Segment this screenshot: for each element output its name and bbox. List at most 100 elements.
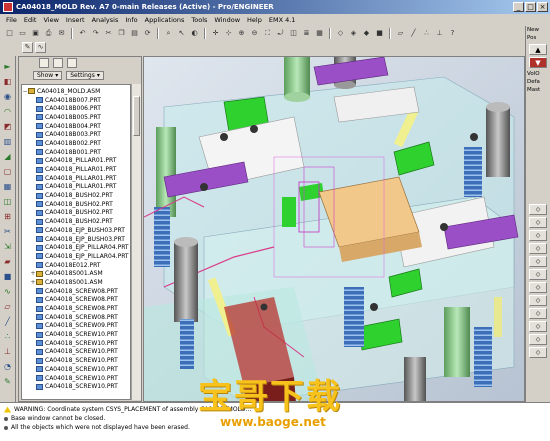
- menu-insert[interactable]: Insert: [66, 16, 85, 24]
- tree-item[interactable]: CA04018_SCREW08.PRT: [22, 313, 130, 322]
- datum-points-icon[interactable]: ∴: [421, 28, 432, 39]
- right-label-volo[interactable]: VolO: [526, 70, 550, 78]
- tree-item[interactable]: CA04018_EJP_PILLAR04.PRT: [22, 252, 130, 261]
- plane-icon[interactable]: ▱: [2, 300, 14, 312]
- mold-icon[interactable]: ◇: [529, 347, 547, 358]
- curve-icon[interactable]: ◇: [529, 308, 547, 319]
- tree-item[interactable]: CA04018_SCREW10.PRT: [22, 339, 130, 348]
- point-icon[interactable]: ◇: [529, 256, 547, 267]
- menu-analysis[interactable]: Analysis: [92, 16, 119, 24]
- new-icon[interactable]: □: [4, 28, 15, 39]
- menu-applications[interactable]: Applications: [145, 16, 185, 24]
- copy-icon[interactable]: ❐: [116, 28, 127, 39]
- pattern-icon[interactable]: ▦: [2, 180, 14, 192]
- datum-curve-icon[interactable]: ∿: [35, 41, 46, 53]
- wireframe-icon[interactable]: ◇: [335, 28, 346, 39]
- menu-info[interactable]: Info: [125, 16, 137, 24]
- axis-icon[interactable]: ╱: [2, 315, 14, 327]
- point-icon[interactable]: ∴: [2, 330, 14, 342]
- shading-icon[interactable]: ■: [374, 28, 385, 39]
- open-icon[interactable]: ▭: [17, 28, 28, 39]
- tree-item[interactable]: CA04018_BUSH02.PRT: [22, 217, 130, 226]
- tree-item[interactable]: CA04018_SCREW10.PRT: [22, 348, 130, 357]
- right-label-defa[interactable]: Defa: [526, 78, 550, 86]
- close-button[interactable]: ×: [537, 2, 548, 12]
- tree-item[interactable]: CA04018_SCREW08.PRT: [22, 304, 130, 313]
- cut-icon[interactable]: ✂: [103, 28, 114, 39]
- menu-window[interactable]: Window: [214, 16, 240, 24]
- refit-icon[interactable]: ⛶: [262, 28, 273, 39]
- scroll-up-button[interactable]: ▲: [529, 44, 547, 55]
- undo-icon[interactable]: ↶: [77, 28, 88, 39]
- solidify-icon[interactable]: ■: [2, 270, 14, 282]
- settings-dropdown[interactable]: Settings ▾: [66, 70, 104, 80]
- zoom-out-icon[interactable]: ⊖: [249, 28, 260, 39]
- orient-icon[interactable]: ⊹: [223, 28, 234, 39]
- measure-icon[interactable]: ◇: [529, 334, 547, 345]
- no-hidden-icon[interactable]: ◆: [361, 28, 372, 39]
- saved-views-icon[interactable]: ◫: [288, 28, 299, 39]
- hidden-line-icon[interactable]: ◈: [348, 28, 359, 39]
- analysis-icon[interactable]: ◇: [529, 295, 547, 306]
- right-label-pos[interactable]: Pos: [526, 34, 550, 42]
- save-icon[interactable]: ▣: [30, 28, 41, 39]
- datum-axes-icon[interactable]: ╱: [408, 28, 419, 39]
- tree-item[interactable]: CA04018_BUSH02.PRT: [22, 209, 130, 218]
- show-dropdown[interactable]: Show ▾: [33, 70, 63, 80]
- tree-item[interactable]: + CA04018S001.ASM: [22, 278, 130, 287]
- datum-planes-icon[interactable]: ▱: [395, 28, 406, 39]
- sketch-icon[interactable]: ◇: [529, 282, 547, 293]
- coord-sys-icon[interactable]: ⊥: [434, 28, 445, 39]
- tree-item[interactable]: CA04018_SCREW10.PRT: [22, 382, 130, 391]
- tree-scrollbar[interactable]: [131, 84, 141, 400]
- scroll-down-button[interactable]: ▼: [529, 57, 547, 68]
- menu-file[interactable]: File: [6, 16, 17, 24]
- reorient-icon[interactable]: ⤾: [275, 28, 286, 39]
- offset-icon[interactable]: ⇲: [2, 240, 14, 252]
- tree-item[interactable]: CA04018_SCREW10.PRT: [22, 356, 130, 365]
- surface-icon[interactable]: ◇: [529, 321, 547, 332]
- layers-icon[interactable]: ≣: [301, 28, 312, 39]
- select-icon[interactable]: ↖: [176, 28, 187, 39]
- tree-item[interactable]: CA04018_SCREW08.PRT: [22, 296, 130, 305]
- folder-browser-tab[interactable]: [53, 58, 63, 68]
- tree-item[interactable]: + CA04018S001.ASM: [22, 269, 130, 278]
- feature-icon[interactable]: ◧: [2, 75, 14, 87]
- tree-item[interactable]: CA04018B001.PRT: [22, 148, 130, 157]
- tree-item[interactable]: CA04018E012.PRT: [22, 261, 130, 270]
- find-icon[interactable]: ⌕: [163, 28, 174, 39]
- rib-icon[interactable]: ▥: [2, 135, 14, 147]
- zoom-in-icon[interactable]: ⊕: [236, 28, 247, 39]
- axis-icon[interactable]: ◇: [529, 230, 547, 241]
- redo-icon[interactable]: ↷: [90, 28, 101, 39]
- shell-icon[interactable]: ▢: [2, 165, 14, 177]
- tree-item[interactable]: CA04018_SCREW10.PRT: [22, 365, 130, 374]
- menu-emx[interactable]: EMX 4.1: [269, 16, 296, 24]
- model-tree-tab[interactable]: [39, 58, 49, 68]
- tree-root[interactable]: − CA04018_MOLD.ASM: [22, 87, 130, 96]
- pin-icon[interactable]: ◇: [529, 217, 547, 228]
- email-icon[interactable]: ✉: [56, 28, 67, 39]
- tree-item[interactable]: CA04018B004.PRT: [22, 122, 130, 131]
- tree-item[interactable]: CA04018_EJP_PILLAR04.PRT: [22, 243, 130, 252]
- tree-item[interactable]: CA04018B007.PRT: [22, 96, 130, 105]
- menu-view[interactable]: View: [43, 16, 58, 24]
- menu-help[interactable]: Help: [247, 16, 262, 24]
- minimize-button[interactable]: _: [513, 2, 524, 12]
- repaint-icon[interactable]: ◐: [189, 28, 200, 39]
- tree-item[interactable]: CA04018_PILLAR01.PRT: [22, 165, 130, 174]
- tree-item[interactable]: CA04018_SCREW09.PRT: [22, 322, 130, 331]
- mirror-icon[interactable]: ◫: [2, 195, 14, 207]
- analysis-icon[interactable]: ◔: [2, 360, 14, 372]
- tree-item[interactable]: CA04018B003.PRT: [22, 130, 130, 139]
- tree-item[interactable]: CA04018_SCREW10.PRT: [22, 330, 130, 339]
- maximize-button[interactable]: □: [525, 2, 536, 12]
- menu-tools[interactable]: Tools: [191, 16, 207, 24]
- right-label-mast[interactable]: Mast: [526, 86, 550, 94]
- plane-icon[interactable]: ◇: [529, 243, 547, 254]
- chamfer-icon[interactable]: ◩: [2, 120, 14, 132]
- tree-item[interactable]: CA04018_EJP_BUSH03.PRT: [22, 235, 130, 244]
- tree-item[interactable]: CA04018_BUSH02.PRT: [22, 191, 130, 200]
- tree-item[interactable]: CA04018_SCREW10.PRT: [22, 374, 130, 383]
- round-icon[interactable]: ◠: [2, 105, 14, 117]
